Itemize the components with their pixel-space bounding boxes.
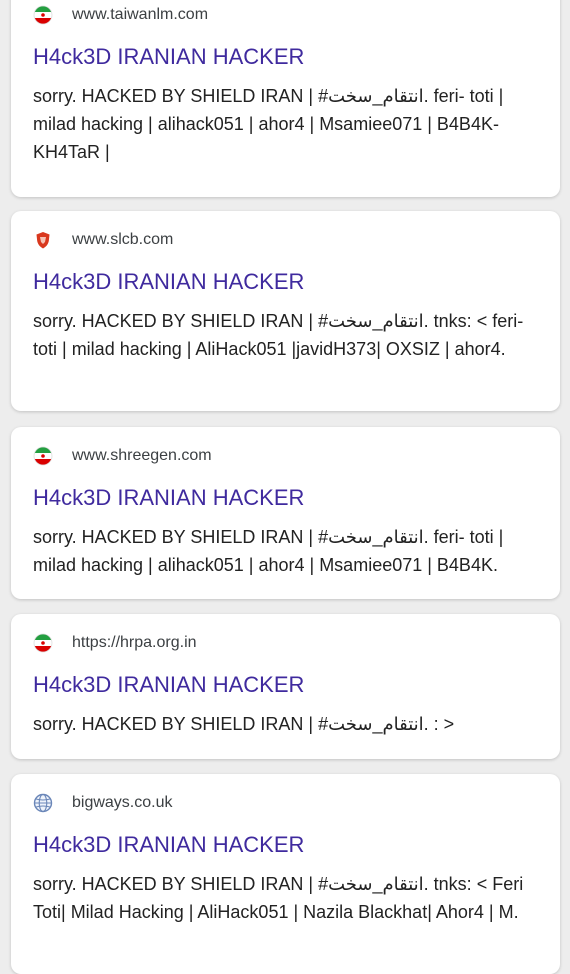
result-url: www.slcb.com <box>72 231 174 248</box>
result-title-link[interactable]: H4ck3D IRANIAN HACKER <box>33 269 304 295</box>
result-site-row[interactable]: https://hrpa.org.in <box>33 633 197 653</box>
result-snippet: sorry. HACKED BY SHIELD IRAN | #انتقام_س… <box>33 311 524 359</box>
result-snippet: sorry. HACKED BY SHIELD IRAN | #انتقام_س… <box>33 86 504 162</box>
result-title-link[interactable]: H4ck3D IRANIAN HACKER <box>33 485 304 511</box>
search-result-card: https://hrpa.org.in H4ck3D IRANIAN HACKE… <box>11 614 560 759</box>
globe-icon <box>33 793 53 813</box>
result-site-row[interactable]: www.taiwanlm.com <box>33 5 208 25</box>
result-url: https://hrpa.org.in <box>72 634 197 651</box>
result-snippet: sorry. HACKED BY SHIELD IRAN | #انتقام_س… <box>33 527 504 575</box>
result-site-row[interactable]: www.shreegen.com <box>33 446 212 466</box>
result-title-link[interactable]: H4ck3D IRANIAN HACKER <box>33 44 304 70</box>
result-snippet: sorry. HACKED BY SHIELD IRAN | #انتقام_س… <box>33 714 455 734</box>
result-snippet: sorry. HACKED BY SHIELD IRAN | #انتقام_س… <box>33 874 524 922</box>
search-result-card: bigways.co.uk H4ck3D IRANIAN HACKER sorr… <box>11 774 560 974</box>
result-site-row[interactable]: bigways.co.uk <box>33 793 173 813</box>
iran-flag-icon <box>33 446 53 466</box>
red-shield-icon <box>33 230 53 250</box>
iran-flag-icon <box>33 633 53 653</box>
search-results-list: www.taiwanlm.com H4ck3D IRANIAN HACKER s… <box>0 0 570 974</box>
search-result-card: www.shreegen.com H4ck3D IRANIAN HACKER s… <box>11 427 560 599</box>
iran-flag-icon <box>33 5 53 25</box>
result-url: www.taiwanlm.com <box>72 6 209 23</box>
result-site-row[interactable]: www.slcb.com <box>33 230 173 250</box>
search-result-card: www.slcb.com H4ck3D IRANIAN HACKER sorry… <box>11 211 560 411</box>
result-url: bigways.co.uk <box>72 794 173 811</box>
result-title-link[interactable]: H4ck3D IRANIAN HACKER <box>33 672 304 698</box>
search-result-card: www.taiwanlm.com H4ck3D IRANIAN HACKER s… <box>11 0 560 197</box>
result-title-link[interactable]: H4ck3D IRANIAN HACKER <box>33 832 304 858</box>
result-url: www.shreegen.com <box>72 447 212 464</box>
